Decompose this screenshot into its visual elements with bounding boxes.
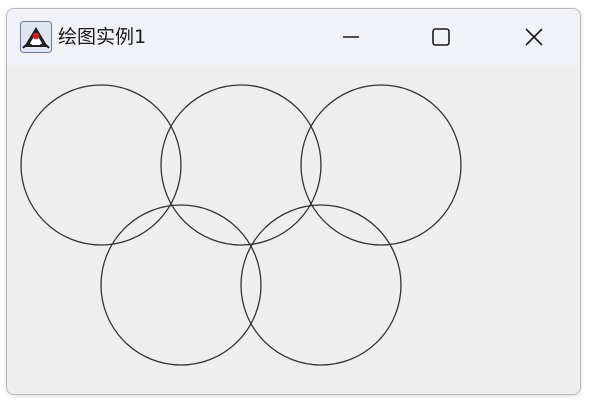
circle-top-right xyxy=(300,84,462,246)
minimize-button[interactable] xyxy=(311,9,391,65)
java-duke-icon xyxy=(20,21,52,53)
circle-bottom-right xyxy=(240,204,402,366)
circle-top-middle xyxy=(160,84,322,246)
title-bar[interactable]: 绘图实例1 xyxy=(7,9,580,65)
minimize-icon xyxy=(343,36,359,38)
drawing-canvas xyxy=(7,65,580,394)
circles-drawing xyxy=(20,84,462,366)
circle-bottom-left xyxy=(100,204,262,366)
close-button[interactable] xyxy=(494,9,574,65)
close-icon xyxy=(525,28,543,46)
maximize-icon xyxy=(432,28,450,46)
window-title: 绘图实例1 xyxy=(58,26,147,48)
app-window: 绘图实例1 xyxy=(6,8,581,395)
maximize-button[interactable] xyxy=(401,9,481,65)
circle-top-left xyxy=(20,84,182,246)
